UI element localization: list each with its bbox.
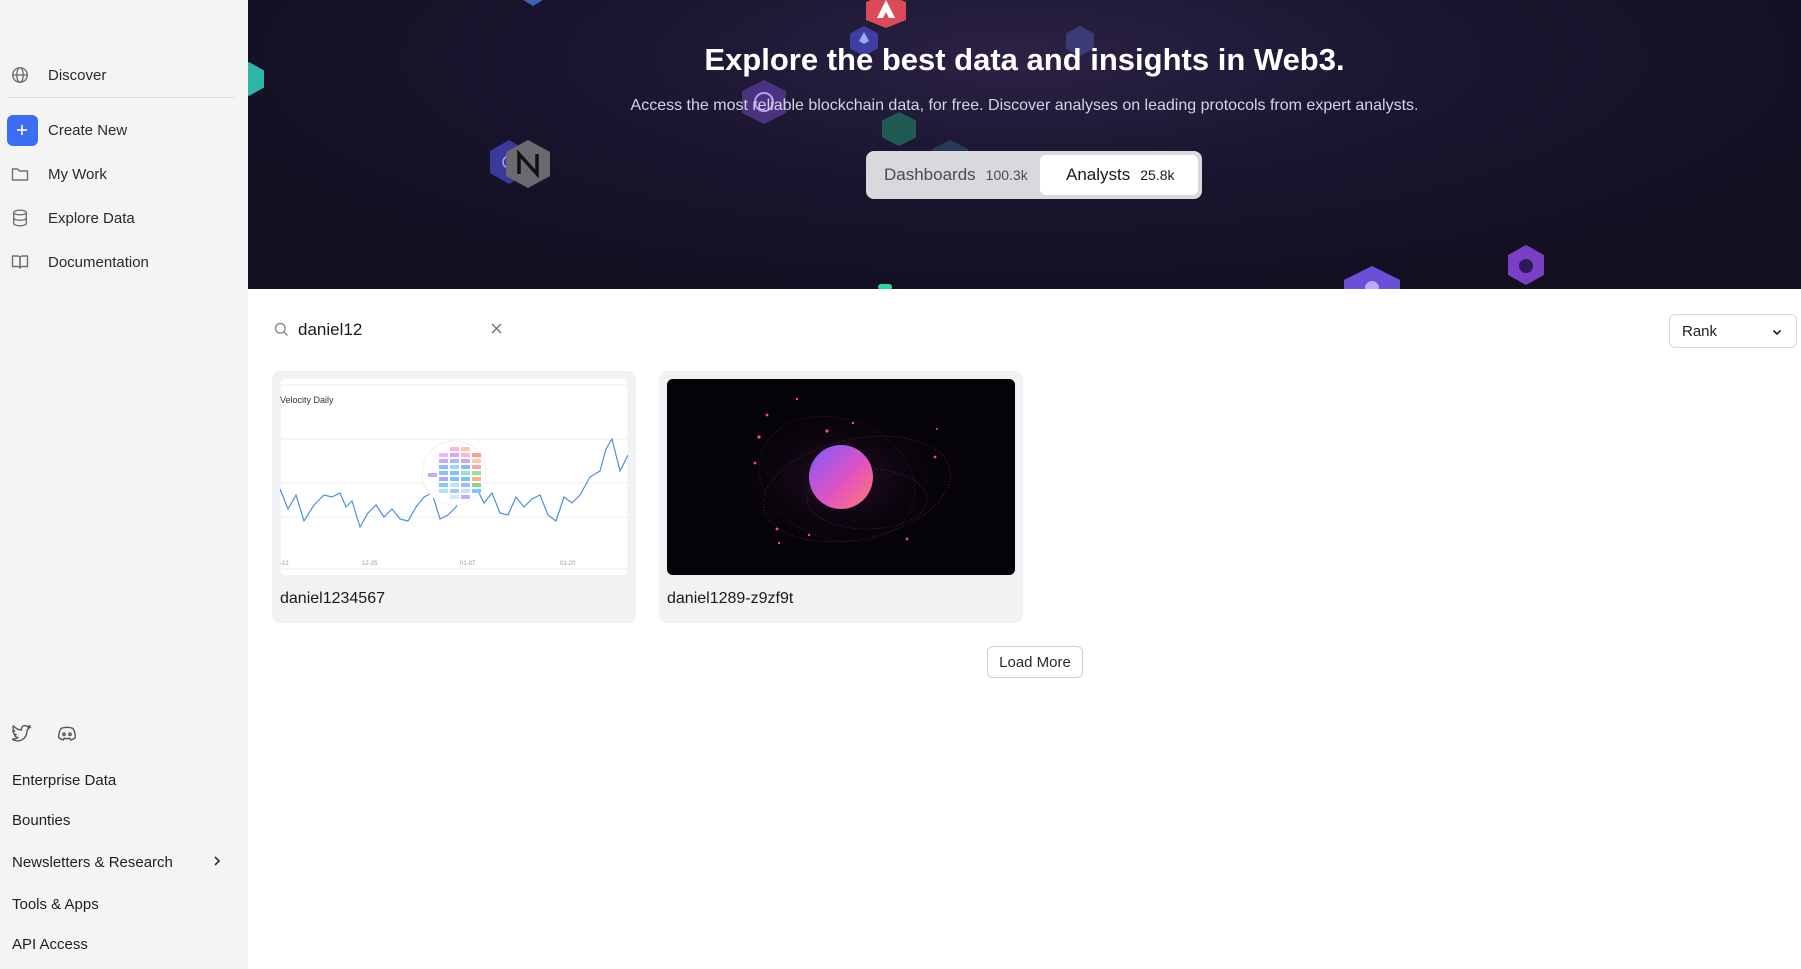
protocol-logo-icon xyxy=(1344,266,1400,289)
analyst-card[interactable]: daniel1289-z9zf9t xyxy=(659,371,1023,623)
analyst-card[interactable]: Velocity Daily -12 12-25 01-07 01-20 dan… xyxy=(272,371,636,623)
search-input[interactable] xyxy=(298,318,488,342)
thumb-tick-label: -12 xyxy=(280,561,289,567)
protocol-logo-icon xyxy=(878,284,892,289)
tab-dashboards[interactable]: Dashboards 100.3k xyxy=(870,155,1040,195)
close-icon[interactable] xyxy=(490,322,503,340)
protocol-logo-icon xyxy=(523,0,543,6)
search-icon xyxy=(274,322,289,342)
tab-analysts-label: Analysts xyxy=(1066,165,1131,184)
protocol-logo-icon xyxy=(882,112,916,146)
nav-explore-data[interactable]: Explore Data xyxy=(0,200,248,236)
chevron-right-icon[interactable] xyxy=(212,854,222,872)
hero-banner: Explore the best data and insights in We… xyxy=(248,0,1801,289)
tab-dashboards-label: Dashboards xyxy=(884,165,976,184)
tab-analysts[interactable]: Analysts 25.8k xyxy=(1040,155,1198,195)
link-enterprise-data[interactable]: Enterprise Data xyxy=(12,772,116,789)
database-icon xyxy=(0,209,40,227)
protocol-logo-icon xyxy=(1508,245,1544,285)
nav-discover[interactable]: Discover xyxy=(0,57,248,93)
nav-create-new-label: Create New xyxy=(48,121,128,139)
thumb-tick-label: 12-25 xyxy=(362,561,378,567)
nav-discover-label: Discover xyxy=(48,66,107,84)
tab-dashboards-count: 100.3k xyxy=(985,167,1028,183)
nav-my-work[interactable]: My Work xyxy=(0,156,248,192)
sort-select[interactable]: Rank xyxy=(1669,314,1797,348)
folder-icon xyxy=(0,166,40,182)
analyst-name: daniel1234567 xyxy=(280,590,385,607)
book-icon xyxy=(0,254,40,270)
load-more-button[interactable]: Load More xyxy=(987,646,1083,678)
link-api-access[interactable]: API Access xyxy=(12,936,88,953)
thumb-tick-label: 01-07 xyxy=(460,561,476,567)
tab-analysts-count: 25.8k xyxy=(1140,167,1175,183)
thumb-chart-title: Velocity Daily xyxy=(280,395,334,405)
link-tools-apps[interactable]: Tools & Apps xyxy=(12,896,99,913)
nav-documentation-label: Documentation xyxy=(48,253,149,271)
content-type-tabs: Dashboards 100.3k Analysts 25.8k xyxy=(866,151,1202,199)
nav-documentation[interactable]: Documentation xyxy=(0,244,248,280)
thumb-tick-label: 01-20 xyxy=(560,561,576,567)
link-bounties[interactable]: Bounties xyxy=(12,812,70,829)
plus-icon xyxy=(6,114,38,146)
nav-create-new[interactable]: Create New xyxy=(0,112,248,148)
link-newsletters-research[interactable]: Newsletters & Research xyxy=(12,854,173,871)
globe-icon xyxy=(0,66,40,84)
analyst-thumbnail xyxy=(667,379,1015,575)
near-logo-icon xyxy=(506,140,550,188)
hero-title: Explore the best data and insights in We… xyxy=(704,42,1345,77)
twitter-icon[interactable] xyxy=(10,722,34,746)
sidebar-divider xyxy=(8,97,234,98)
chevron-down-icon xyxy=(1772,323,1782,340)
discord-icon[interactable] xyxy=(55,722,79,746)
hero-subtitle: Access the most reliable blockchain data… xyxy=(630,97,1419,114)
avalanche-logo-icon xyxy=(866,0,906,28)
nav-explore-data-label: Explore Data xyxy=(48,209,135,227)
sort-selected-value: Rank xyxy=(1682,322,1718,340)
analyst-name: daniel1289-z9zf9t xyxy=(667,590,794,607)
analyst-thumbnail: Velocity Daily -12 12-25 01-07 01-20 xyxy=(280,379,628,575)
sidebar: Discover Create New My Work Explore Data… xyxy=(0,0,248,969)
nav-my-work-label: My Work xyxy=(48,165,107,183)
